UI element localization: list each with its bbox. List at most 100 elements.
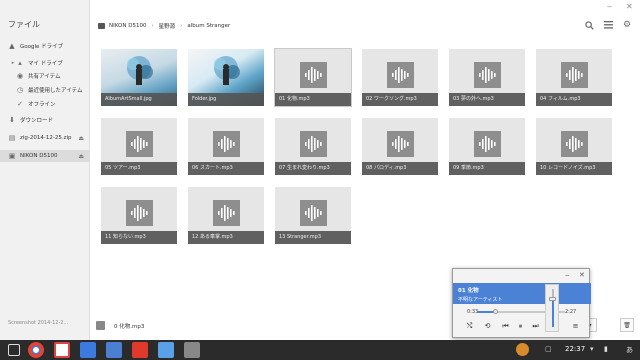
audio-player: ‒ ✕ 01 化物 不明なアーティスト 0:33 2:27 ⤭ ⟲ ⏮ ⏸ ⏭ … (452, 268, 591, 338)
audio-wave-icon (218, 204, 235, 221)
audio-file-tile[interactable]: 09 季節.mp3 (449, 118, 525, 175)
breadcrumb: NIKON D5100 › 星野源 › album Stranger (98, 22, 230, 30)
avatar[interactable] (516, 343, 529, 356)
audio-file-tile[interactable]: 07 生まれ変わり.mp3 (275, 118, 351, 175)
image-file-tile[interactable]: Folder.jpg (188, 49, 264, 106)
sidebar-item-shared[interactable]: ◉ 共有アイテム (0, 70, 90, 82)
chrome-icon[interactable] (28, 342, 44, 358)
settings-gear-icon[interactable]: ⚙ (620, 18, 634, 32)
minimize-icon[interactable]: ‒ (607, 2, 612, 11)
audio-file-tile[interactable]: 12 ある車掌.mp3 (188, 187, 264, 244)
audio-file-icon (299, 130, 327, 157)
now-playing: 01 化物 不明なアーティスト (453, 283, 591, 304)
audio-player-app-icon[interactable] (184, 342, 200, 358)
audio-file-tile[interactable]: 13 Stranger.mp3 (275, 187, 351, 244)
file-name-label: 11 知らない.mp3 (101, 231, 177, 244)
breadcrumb-item[interactable]: NIKON D5100 (109, 23, 146, 29)
status-text: 0 化物.mp3 (114, 324, 145, 330)
audio-file-tile[interactable]: 01 化物.mp3 (274, 48, 352, 107)
file-type-icon (96, 321, 105, 330)
image-file-tile[interactable]: AlbumArtSmall.jpg (101, 49, 177, 106)
sidebar: ファイル ▲ Google ドライブ ▸ ▴ マイ ドライブ ◉ 共有アイテム … (0, 0, 90, 340)
chevron-right-icon: › (151, 23, 154, 29)
breadcrumb-item[interactable]: album Stranger (187, 23, 230, 29)
shuffle-icon[interactable]: ⤭ (465, 322, 474, 331)
sidebar-item-google-drive[interactable]: ▲ Google ドライブ (0, 40, 90, 52)
track-artist: 不明なアーティスト (458, 297, 503, 303)
eject-icon[interactable]: ⏏ (78, 135, 84, 142)
trash-icon[interactable]: 🗑 (620, 318, 634, 332)
file-name-label: 02 ワークソング.mp3 (362, 93, 438, 106)
file-name-label: 08 パロディ.mp3 (362, 162, 438, 175)
audio-wave-icon (305, 135, 322, 152)
sidebar-item-offline[interactable]: ✓ オフライン (0, 98, 90, 110)
wifi-icon[interactable]: ▾ (590, 345, 594, 353)
next-icon[interactable]: ⏭ (531, 322, 540, 331)
breadcrumb-item[interactable]: 星野源 (159, 22, 176, 30)
file-name-label: 09 季節.mp3 (449, 162, 525, 175)
list-view-icon[interactable] (601, 18, 615, 32)
file-name-label: 10 レコードノイズ.mp3 (536, 162, 612, 175)
file-name-label: 04 フィルム.mp3 (536, 93, 612, 106)
audio-file-tile[interactable]: 05 ツアー.mp3 (101, 118, 177, 175)
folder-icon (98, 23, 105, 29)
audio-file-tile[interactable]: 02 ワークソング.mp3 (362, 49, 438, 106)
file-name-label: 06 スカート.mp3 (188, 162, 264, 175)
youtube-icon[interactable] (132, 342, 148, 358)
audio-wave-icon (131, 135, 148, 152)
audio-wave-icon (566, 66, 583, 83)
audio-file-icon (386, 61, 414, 88)
previous-icon[interactable]: ⏮ (501, 322, 510, 331)
playlist-icon[interactable]: ≡ (571, 322, 580, 330)
shared-icon: ◉ (16, 72, 24, 80)
sidebar-item-recent[interactable]: ◷ 最近使用したアイテム (0, 84, 90, 96)
sidebar-footer-text: Screenshot 2014-12-2... (8, 320, 69, 326)
seek-knob[interactable] (493, 309, 499, 314)
google-plus-icon[interactable] (80, 342, 96, 358)
ime-indicator[interactable]: あ (626, 345, 633, 355)
audio-file-icon (386, 130, 414, 157)
repeat-icon[interactable]: ⟲ (483, 322, 492, 330)
close-icon[interactable]: ✕ (579, 271, 585, 279)
drive-icon: ▲ (9, 42, 15, 50)
file-name-label: Folder.jpg (188, 93, 264, 106)
clock[interactable]: 22:37 (565, 345, 585, 353)
close-icon[interactable]: ✕ (626, 2, 633, 11)
archive-icon: ▤ (8, 134, 16, 142)
pause-icon[interactable]: ⏸ (516, 322, 525, 331)
app-launcher-icon[interactable] (8, 344, 20, 356)
battery-icon[interactable]: ▮ (604, 345, 608, 353)
audio-wave-icon (305, 204, 322, 221)
files-icon[interactable] (158, 342, 174, 358)
sidebar-item-downloads[interactable]: ⬇ ダウンロード (0, 114, 90, 126)
audio-wave-icon (305, 66, 322, 83)
audio-wave-icon (392, 135, 409, 152)
notification-icon[interactable]: ▢ (545, 345, 552, 353)
file-name-label: AlbumArtSmall.jpg (101, 93, 177, 106)
volume-slider[interactable] (545, 284, 559, 332)
gmail-icon[interactable] (54, 342, 70, 358)
minimize-icon[interactable]: ‒ (565, 271, 569, 279)
eject-icon[interactable]: ⏏ (78, 153, 84, 160)
volume-knob[interactable] (549, 296, 556, 301)
docs-icon[interactable] (106, 342, 122, 358)
sidebar-item-nikon[interactable]: ▣ NIKON D5100 ⏏ (0, 150, 90, 162)
my-drive-icon: ▴ (18, 59, 22, 67)
duration-time: 2:27 (565, 309, 577, 315)
file-name-label: 05 ツアー.mp3 (101, 162, 177, 175)
audio-file-tile[interactable]: 06 スカート.mp3 (188, 118, 264, 175)
audio-file-tile[interactable]: 03 夢の外へ.mp3 (449, 49, 525, 106)
audio-file-icon (473, 130, 501, 157)
audio-file-tile[interactable]: 08 パロディ.mp3 (362, 118, 438, 175)
audio-wave-icon (479, 66, 496, 83)
audio-wave-icon (392, 66, 409, 83)
file-name-label: 13 Stranger.mp3 (275, 231, 351, 244)
audio-wave-icon (566, 135, 583, 152)
audio-file-tile[interactable]: 10 レコードノイズ.mp3 (536, 118, 612, 175)
audio-file-icon (473, 61, 501, 88)
sidebar-item-my-drive[interactable]: ▸ ▴ マイ ドライブ (0, 57, 90, 69)
search-icon[interactable] (582, 18, 596, 32)
sidebar-item-zip[interactable]: ▤ zig-2014-12-25.zip ⏏ (0, 132, 90, 144)
audio-file-tile[interactable]: 04 フィルム.mp3 (536, 49, 612, 106)
audio-file-tile[interactable]: 11 知らない.mp3 (101, 187, 177, 244)
